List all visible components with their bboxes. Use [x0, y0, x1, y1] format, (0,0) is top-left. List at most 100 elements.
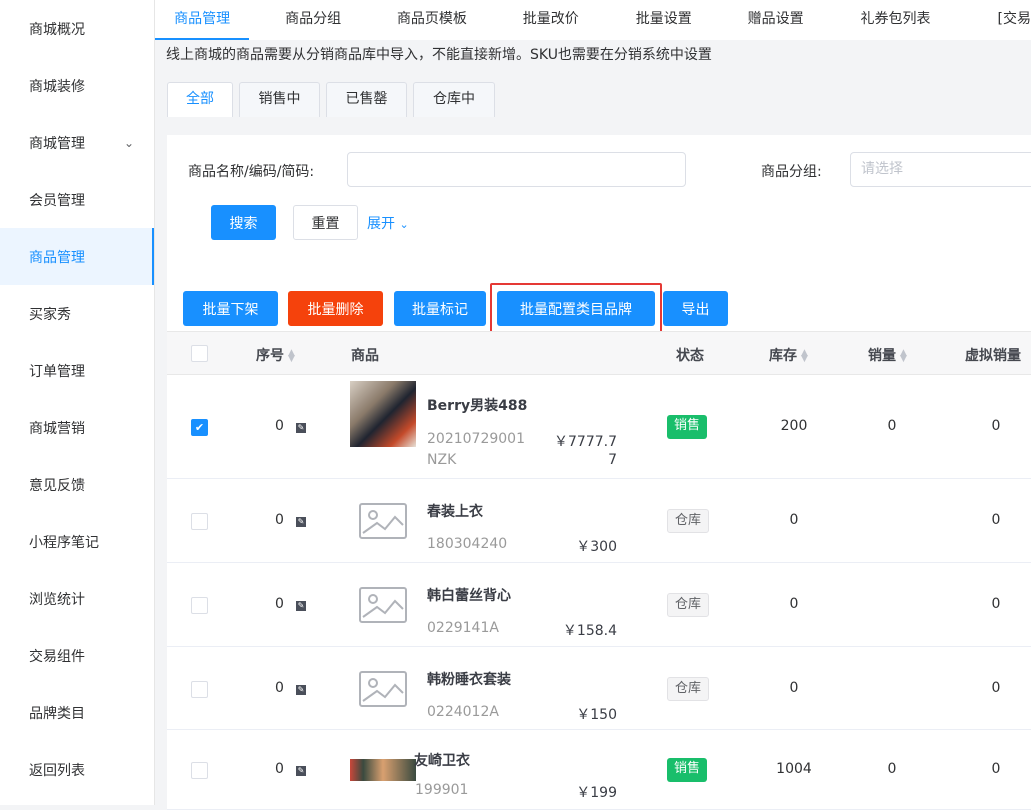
image-placeholder-icon — [359, 670, 407, 707]
row-checkbox[interactable] — [191, 513, 208, 530]
status-header: 状态 — [676, 348, 704, 364]
reset-button[interactable]: 重置 — [293, 205, 358, 240]
subtab-sold-out[interactable]: 已售罄 — [326, 82, 407, 117]
edit-icon[interactable]: ✎ — [296, 517, 306, 527]
product-name[interactable]: Berry男装488 — [427, 395, 527, 415]
product-price: ￥199 — [576, 785, 617, 801]
tab-batch-price[interactable]: 批量改价 — [487, 0, 615, 40]
name-filter-input[interactable] — [347, 152, 686, 187]
edit-icon[interactable]: ✎ — [296, 766, 306, 776]
sidebar-item-buyer-show[interactable]: 买家秀 — [0, 285, 154, 342]
seq-value: 0 — [275, 512, 284, 528]
image-placeholder-icon — [359, 587, 407, 623]
product-name[interactable]: 韩粉睡衣套装 — [427, 669, 511, 689]
tab-coupon-package[interactable]: 礼券包列表 — [839, 0, 953, 40]
tab-product-group[interactable]: 商品分组 — [249, 0, 377, 40]
sidebar-item-label: 商城营销 — [29, 420, 85, 437]
stock-header[interactable]: 库存 ▲ ▼ — [769, 345, 808, 365]
edit-icon[interactable]: ✎ — [296, 423, 306, 433]
product-name[interactable]: 春装上衣 — [427, 501, 483, 521]
sidebar-item-feedback[interactable]: 意见反馈 — [0, 456, 154, 513]
status-badge: 销售 — [667, 415, 708, 439]
product-table: 序号 ▲ ▼ 商品 状态 库存 ▲ ▼ 销量 ▲ ▼ 虚拟销量 ✔ 0 ✎ Berry男装4… — [167, 331, 1031, 810]
product-price: ￥150 — [576, 707, 617, 723]
product-code: 0229141A — [427, 620, 499, 636]
group-filter-label: 商品分组: — [761, 164, 822, 180]
virtual-sales-value: 0 — [991, 761, 1001, 777]
product-code: 0224012A — [427, 704, 499, 720]
subtab-on-sale[interactable]: 销售中 — [239, 82, 320, 117]
seq-header-label: 序号 — [256, 348, 284, 364]
sidebar-item-label: 商品管理 — [29, 249, 85, 266]
sales-header[interactable]: 销量 ▲ ▼ — [868, 345, 907, 365]
batch-offshelf-button[interactable]: 批量下架 — [183, 291, 278, 326]
top-tabs: 商品管理 商品分组 商品页模板 批量改价 批量设置 赠品设置 礼券包列表 [交易 — [155, 0, 1031, 40]
subtab-all[interactable]: 全部 — [167, 82, 233, 117]
product-image[interactable] — [350, 381, 416, 447]
sidebar-item-label: 小程序笔记 — [29, 534, 99, 551]
chevron-down-icon: ⌄ — [123, 135, 134, 150]
search-button[interactable]: 搜索 — [211, 205, 276, 240]
sales-value: 0 — [887, 418, 897, 434]
sidebar-item-members[interactable]: 会员管理 — [0, 171, 154, 228]
status-badge: 仓库 — [667, 509, 710, 533]
select-all-checkbox[interactable] — [191, 345, 208, 362]
product-image[interactable] — [350, 759, 416, 781]
status-badge: 仓库 — [667, 676, 710, 701]
sidebar-item-trade-component[interactable]: 交易组件 — [0, 627, 154, 684]
sidebar-item-label: 交易组件 — [29, 648, 85, 665]
sidebar-item-label: 浏览统计 — [29, 591, 85, 608]
row-checkbox[interactable]: ✔ — [191, 419, 208, 436]
seq-header[interactable]: 序号 ▲ ▼ — [256, 345, 295, 365]
sidebar-item-products[interactable]: 商品管理 — [0, 228, 154, 285]
group-filter-select[interactable]: 请选择 — [850, 152, 1031, 187]
status-badge: 仓库 — [667, 593, 710, 617]
tab-batch-settings[interactable]: 批量设置 — [615, 0, 713, 40]
row-checkbox[interactable] — [191, 680, 208, 698]
stock-value: 0 — [789, 679, 799, 696]
sidebar-item-back[interactable]: 返回列表 — [0, 741, 154, 798]
expand-toggle[interactable]: 展开 ⌄ — [367, 213, 409, 233]
tab-trade[interactable]: [交易 — [952, 0, 1031, 40]
virtual-sales-value: 0 — [991, 418, 1001, 434]
product-header: 商品 — [351, 348, 379, 364]
highlight-box — [490, 283, 662, 333]
sidebar-item-overview[interactable]: 商城概况 — [0, 0, 154, 57]
table-header: 序号 ▲ ▼ 商品 状态 库存 ▲ ▼ 销量 ▲ ▼ 虚拟销量 — [167, 331, 1031, 375]
sidebar-item-stats[interactable]: 浏览统计 — [0, 570, 154, 627]
product-price: ￥300 — [576, 539, 617, 555]
tab-gift-settings[interactable]: 赠品设置 — [713, 0, 839, 40]
seq-value: 0 — [275, 761, 284, 777]
sidebar-item-marketing[interactable]: 商城营销 — [0, 399, 154, 456]
sidebar-item-label: 买家秀 — [29, 306, 71, 323]
batch-mark-button[interactable]: 批量标记 — [394, 291, 486, 326]
sidebar-item-label: 会员管理 — [29, 192, 85, 209]
edit-icon[interactable]: ✎ — [296, 601, 306, 611]
table-row: 0 ✎ 韩粉睡衣套装 0224012A ￥150 仓库 0 0 — [167, 647, 1031, 730]
virtual-sales-header: 虚拟销量 — [965, 348, 1021, 364]
product-name[interactable]: 友崎卫衣 — [414, 750, 470, 770]
edit-icon[interactable]: ✎ — [296, 684, 306, 695]
seq-value: 0 — [275, 418, 284, 434]
sidebar-item-label: 商城装修 — [29, 78, 85, 95]
tab-product-management[interactable]: 商品管理 — [155, 0, 250, 40]
export-button[interactable]: 导出 — [663, 291, 728, 326]
tab-page-template[interactable]: 商品页模板 — [377, 0, 487, 40]
sidebar-item-brand-category[interactable]: 品牌类目 — [0, 684, 154, 741]
sidebar-item-notes[interactable]: 小程序笔记 — [0, 513, 154, 570]
sidebar-item-label: 商城概况 — [29, 21, 85, 38]
sales-header-label: 销量 — [868, 348, 896, 364]
row-checkbox[interactable] — [191, 762, 208, 779]
table-row: 0 ✎ 春装上衣 180304240 ￥300 仓库 0 0 — [167, 479, 1031, 563]
name-filter-label: 商品名称/编码/简码: — [188, 164, 315, 180]
batch-delete-button[interactable]: 批量删除 — [288, 291, 383, 326]
status-tabs: 全部 销售中 已售罄 仓库中 — [167, 82, 495, 117]
product-name[interactable]: 韩白蕾丝背心 — [427, 585, 511, 605]
sidebar-item-label: 商城管理 — [29, 135, 85, 152]
row-checkbox[interactable] — [191, 597, 208, 614]
sidebar-item-decoration[interactable]: 商城装修 — [0, 57, 154, 114]
stock-value: 0 — [789, 512, 799, 528]
subtab-warehouse[interactable]: 仓库中 — [413, 82, 495, 117]
sidebar-item-orders[interactable]: 订单管理 — [0, 342, 154, 399]
sidebar-item-mall-management[interactable]: 商城管理 ⌄ — [0, 114, 154, 171]
